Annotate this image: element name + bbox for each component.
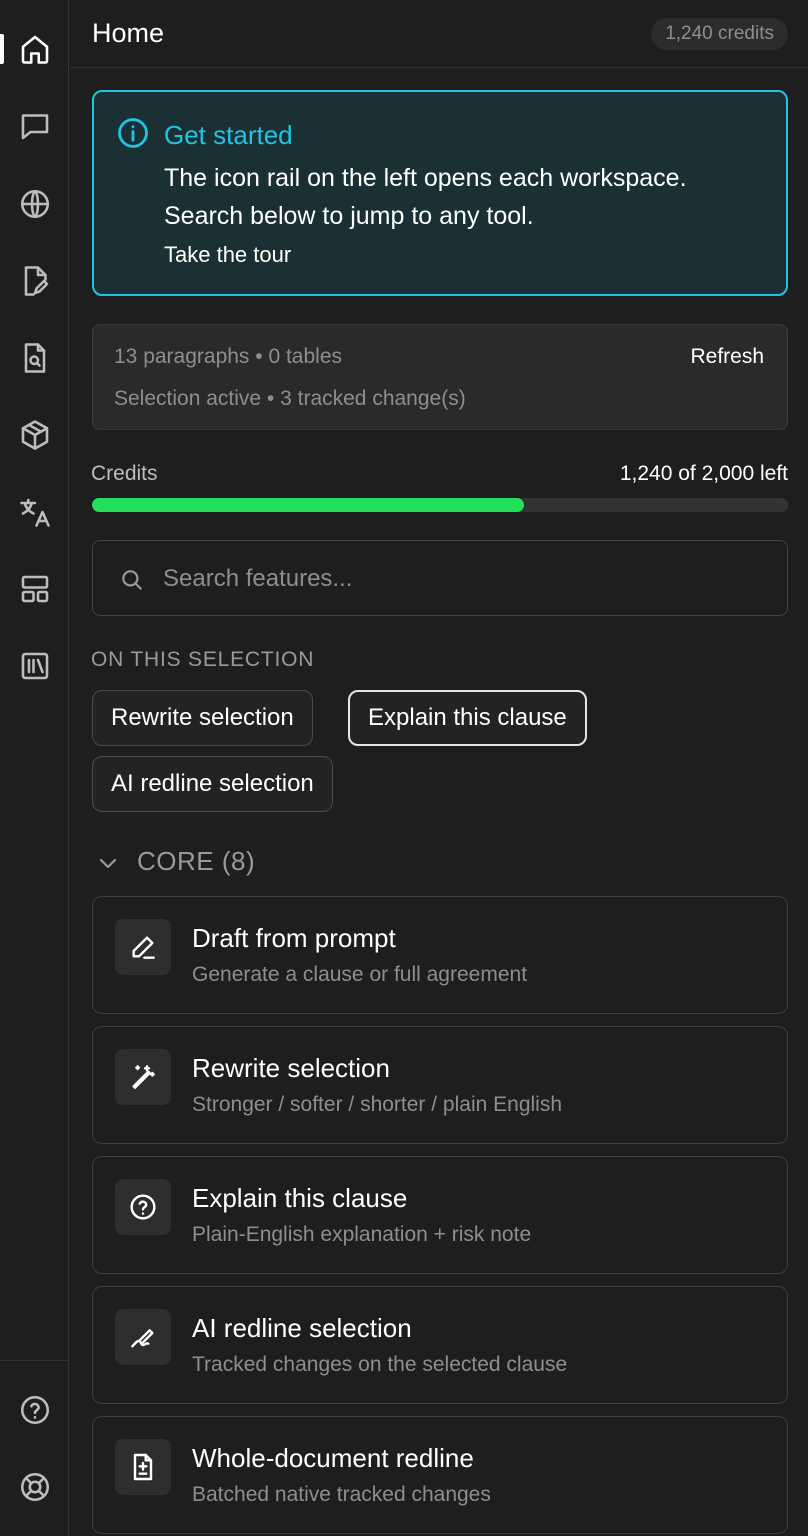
chevron-down-icon bbox=[99, 858, 117, 869]
rail-item-document-edit[interactable] bbox=[0, 251, 69, 311]
feature-card-description: Generate a clause or full agreement bbox=[192, 963, 528, 986]
core-group-label: CORE (8) bbox=[137, 846, 256, 876]
document-stats-counts: 13 paragraphs • 0 tables bbox=[114, 345, 343, 368]
feature-card-description: Tracked changes on the selected clause bbox=[192, 1353, 568, 1376]
rail-item-globe[interactable] bbox=[0, 174, 69, 234]
help-icon bbox=[20, 1395, 49, 1425]
rail-item-help[interactable] bbox=[0, 1380, 69, 1440]
banner-title: Get started bbox=[164, 120, 293, 150]
feature-card-description: Plain-English explanation + risk note bbox=[192, 1223, 532, 1246]
rail-item-support[interactable] bbox=[0, 1457, 69, 1517]
library-icon bbox=[21, 652, 48, 680]
feature-card-title: AI redline selection bbox=[192, 1313, 412, 1343]
box-icon bbox=[21, 420, 48, 450]
rail-item-box[interactable] bbox=[0, 405, 69, 465]
feature-card-title: Whole-document redline bbox=[192, 1443, 474, 1473]
banner-text-line1: The icon rail on the left opens each wor… bbox=[164, 164, 687, 192]
feature-card-title: Draft from prompt bbox=[192, 923, 396, 953]
rail-item-library[interactable] bbox=[0, 636, 69, 696]
feature-card-explain-clause[interactable]: Explain this clause Plain-English explan… bbox=[92, 1156, 788, 1274]
header: Home 1,240 credits bbox=[70, 0, 808, 68]
document-edit-icon bbox=[24, 266, 48, 296]
feature-card-rewrite-selection[interactable]: Rewrite selection Stronger / softer / sh… bbox=[92, 1026, 788, 1144]
chat-icon bbox=[21, 114, 48, 140]
home-icon bbox=[21, 35, 48, 64]
feature-card-draft-from-prompt[interactable]: Draft from prompt Generate a clause or f… bbox=[92, 896, 788, 1014]
rail-divider bbox=[0, 1360, 69, 1361]
page-title: Home bbox=[92, 18, 165, 48]
signature-icon bbox=[115, 1309, 171, 1365]
rail-item-home[interactable] bbox=[0, 19, 69, 79]
document-diff-icon bbox=[115, 1439, 171, 1495]
search-icon bbox=[119, 567, 145, 593]
get-started-banner: Get started The icon rail on the left op… bbox=[92, 90, 788, 296]
selection-section-label: ON THIS SELECTION bbox=[91, 648, 315, 671]
selection-status: Selection active • 3 tracked change(s) bbox=[114, 387, 466, 410]
feature-card-title: Explain this clause bbox=[192, 1183, 408, 1213]
feature-card-description: Stronger / softer / shorter / plain Engl… bbox=[192, 1093, 563, 1116]
rail-item-chat[interactable] bbox=[0, 96, 69, 156]
chip-rewrite-selection[interactable]: Rewrite selection bbox=[92, 690, 313, 746]
feature-card-ai-redline-selection[interactable]: AI redline selection Tracked changes on … bbox=[92, 1286, 788, 1404]
credits-badge: 1,240 credits bbox=[651, 18, 788, 50]
rail-item-translate[interactable] bbox=[0, 482, 69, 542]
document-stats-panel: 13 paragraphs • 0 tables Selection activ… bbox=[92, 324, 788, 430]
feature-card-description: Batched native tracked changes bbox=[192, 1483, 491, 1506]
magic-wand-icon bbox=[115, 1049, 171, 1105]
feature-card-title: Rewrite selection bbox=[192, 1053, 390, 1083]
search-box[interactable] bbox=[92, 540, 788, 616]
core-group-toggle[interactable] bbox=[96, 846, 120, 880]
rail-item-layout[interactable] bbox=[0, 559, 69, 619]
take-tour-link[interactable]: Take the tour bbox=[164, 242, 291, 268]
search-input[interactable] bbox=[163, 557, 763, 601]
question-circle-icon bbox=[115, 1179, 171, 1235]
refresh-button[interactable]: Refresh bbox=[690, 345, 764, 369]
credits-label: Credits bbox=[91, 462, 158, 485]
credits-progress-fill bbox=[92, 498, 524, 512]
info-icon bbox=[116, 116, 150, 150]
translate-icon bbox=[19, 498, 50, 527]
credits-progress-bar bbox=[92, 498, 788, 512]
globe-icon bbox=[20, 189, 49, 219]
layout-icon bbox=[21, 575, 48, 603]
chip-explain-clause[interactable]: Explain this clause bbox=[348, 690, 587, 746]
icon-rail bbox=[0, 0, 69, 1536]
pencil-icon bbox=[115, 919, 171, 975]
lifebuoy-icon bbox=[20, 1472, 49, 1502]
rail-item-document-search[interactable] bbox=[0, 328, 69, 388]
chip-ai-redline-selection[interactable]: AI redline selection bbox=[92, 756, 333, 812]
banner-text-line2: Search below to jump to any tool. bbox=[164, 202, 534, 230]
feature-card-whole-document-redline[interactable]: Whole-document redline Batched native tr… bbox=[92, 1416, 788, 1534]
document-search-icon bbox=[24, 343, 45, 373]
app-window: Home 1,240 credits Get started The icon … bbox=[0, 0, 808, 1536]
credits-remaining: 1,240 of 2,000 left bbox=[619, 462, 788, 485]
